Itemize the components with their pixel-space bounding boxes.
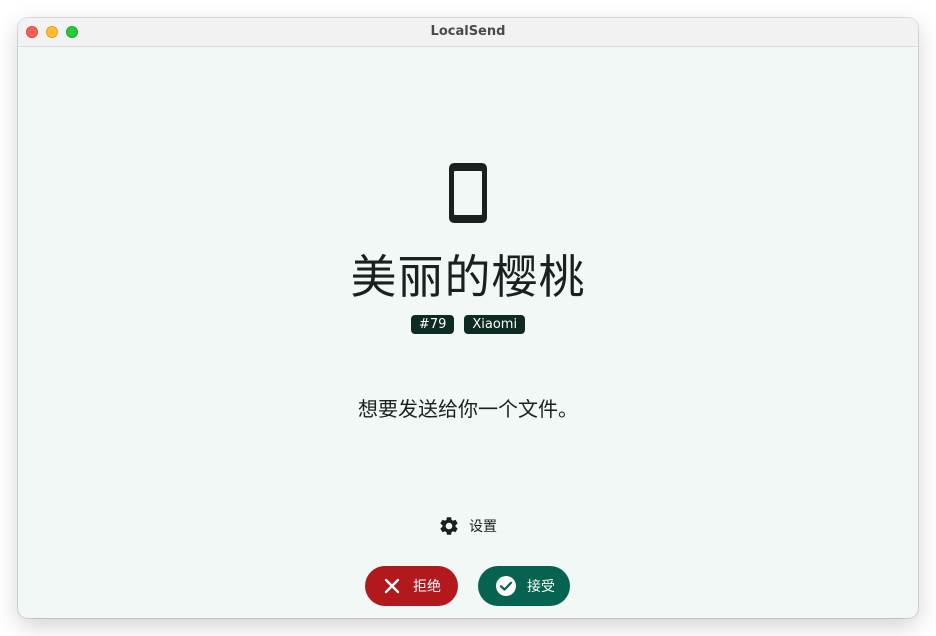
app-window: LocalSend 美丽的樱桃 #79 Xiaomi 想要发送给你一个文件。 设… <box>18 18 918 618</box>
receive-request-panel: 美丽的樱桃 #79 Xiaomi 想要发送给你一个文件。 设置 拒绝 接受 <box>18 47 918 618</box>
request-message: 想要发送给你一个文件。 <box>358 397 578 421</box>
decline-button[interactable]: 拒绝 <box>365 566 458 606</box>
device-id-badge: #79 <box>410 315 455 334</box>
check-circle-icon <box>496 576 516 596</box>
device-model-badge: Xiaomi <box>464 315 526 334</box>
decline-label: 拒绝 <box>413 579 441 595</box>
accept-label: 接受 <box>527 579 555 595</box>
settings-label: 设置 <box>469 519 497 535</box>
device-tags: #79 Xiaomi <box>18 315 918 334</box>
settings-button[interactable]: 设置 <box>438 514 497 538</box>
window-title: LocalSend <box>430 24 506 39</box>
gear-icon <box>440 517 458 535</box>
device-name: 美丽的樱桃 <box>350 250 586 304</box>
smartphone-icon <box>449 163 487 223</box>
close-icon <box>384 578 400 594</box>
accept-button[interactable]: 接受 <box>478 566 570 606</box>
title-bar[interactable]: LocalSend <box>18 18 918 47</box>
